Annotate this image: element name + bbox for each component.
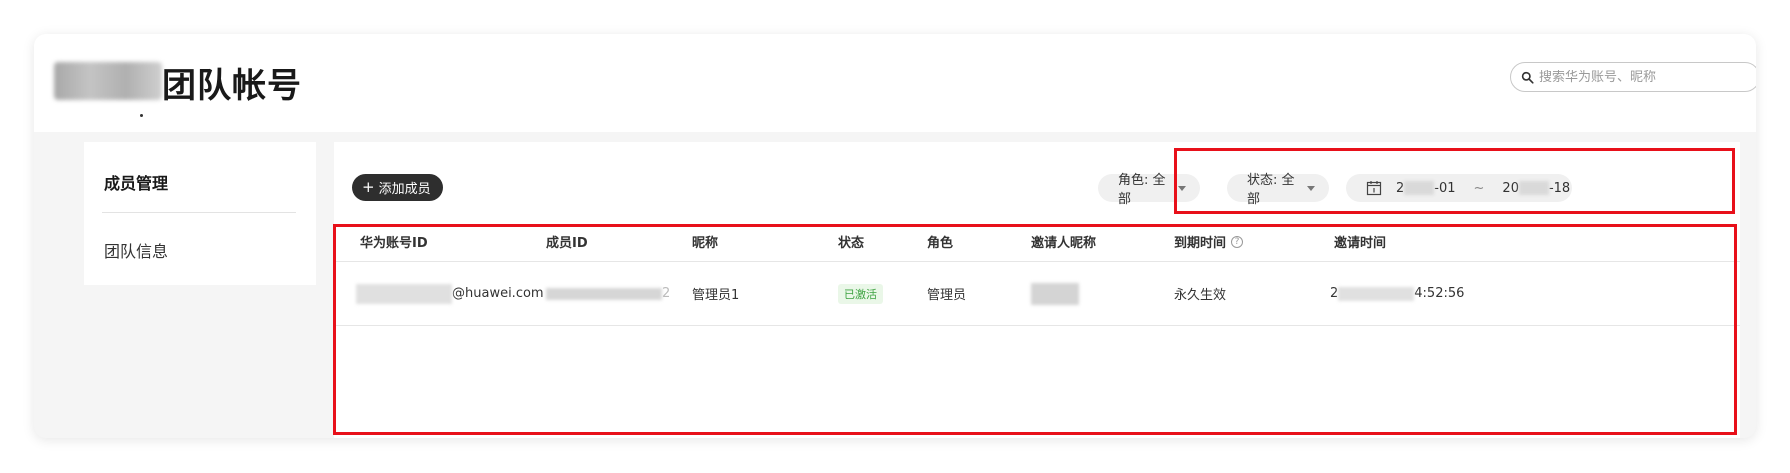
column-header-expiry: 到期时间 ? <box>1174 222 1244 261</box>
date-end-suffix: -18 <box>1548 180 1571 196</box>
column-header-inviter: 邀请人昵称 <box>1031 236 1097 251</box>
column-header-invite-time: 邀请时间 <box>1334 236 1387 251</box>
team-account-card: 团队帐号 成员管理 团队信息 + 添加成员 角色: 全部 状态: 全部 <box>34 34 1756 438</box>
column-header-role: 角色 <box>927 236 954 251</box>
invite-time-prefix: 2 <box>1330 286 1339 301</box>
cell-account-id: @huawei.com <box>356 262 544 325</box>
status-filter-dropdown[interactable]: 状态: 全部 <box>1227 173 1329 207</box>
add-member-button[interactable]: + 添加成员 <box>352 174 443 201</box>
status-badge: 已激活 <box>838 283 883 304</box>
calendar-icon <box>1366 181 1382 196</box>
date-end: 20 -18 <box>1502 181 1570 196</box>
status-filter-label: 状态: 全部 <box>1247 173 1295 207</box>
sidebar-divider <box>102 212 296 213</box>
page-header: 团队帐号 <box>34 34 1756 132</box>
redacted-block <box>1404 181 1435 195</box>
caret-down-icon <box>1307 185 1315 191</box>
plus-icon: + <box>362 178 375 196</box>
table-header: 华为账号ID 成员ID 昵称 状态 角色 邀请人昵称 到期时间 ? 邀请时间 <box>334 222 1740 262</box>
column-header-nickname: 昵称 <box>692 236 719 251</box>
search-icon <box>1521 71 1534 84</box>
search-input[interactable] <box>1539 69 1739 85</box>
search-box[interactable] <box>1510 62 1756 92</box>
cell-expiry: 永久生效 <box>1174 288 1227 303</box>
cell-status: 已激活 <box>838 262 883 325</box>
redacted-block <box>356 283 452 304</box>
member-panel: + 添加成员 角色: 全部 状态: 全部 2 -01 ~ 20 -18 华为账号… <box>334 142 1740 438</box>
sidebar-item-team-info[interactable]: 团队信息 <box>104 238 168 262</box>
date-start: 2 -01 <box>1396 181 1456 196</box>
page-title: 团队帐号 <box>162 66 302 106</box>
invite-time-suffix: 4:52:56 <box>1414 286 1465 301</box>
expiry-header-label: 到期时间 <box>1174 236 1227 251</box>
sidebar: 成员管理 团队信息 <box>84 142 316 285</box>
team-name-redacted <box>54 62 162 100</box>
redacted-block <box>546 287 662 300</box>
column-header-status: 状态 <box>838 236 865 251</box>
table-row[interactable]: @huawei.com 2 管理员1 已激活 管理员 永久生效 2 4:52:5… <box>334 262 1740 326</box>
cell-member-id: 2 <box>546 262 670 325</box>
cell-inviter <box>1031 262 1079 325</box>
help-icon[interactable]: ? <box>1231 235 1244 248</box>
redacted-block <box>1338 286 1415 301</box>
account-suffix: @huawei.com <box>452 286 544 301</box>
sidebar-item-member-management[interactable]: 成员管理 <box>104 170 168 194</box>
date-range-picker[interactable]: 2 -01 ~ 20 -18 <box>1346 174 1572 202</box>
date-start-suffix: -01 <box>1434 180 1456 196</box>
date-separator: ~ <box>1473 180 1485 196</box>
role-filter-label: 角色: 全部 <box>1118 173 1166 207</box>
cell-invite-time: 2 4:52:56 <box>1330 262 1464 325</box>
caret-down-icon <box>1178 185 1186 191</box>
column-header-member-id: 成员ID <box>546 236 588 251</box>
cell-nickname: 管理员1 <box>692 288 740 303</box>
cell-role: 管理员 <box>927 288 967 303</box>
redacted-block <box>1031 282 1079 305</box>
date-start-prefix: 2 <box>1396 180 1405 196</box>
add-member-label: 添加成员 <box>378 182 431 197</box>
role-filter-dropdown[interactable]: 角色: 全部 <box>1098 173 1200 207</box>
redacted-block <box>1518 181 1549 195</box>
member-id-suffix: 2 <box>662 286 671 301</box>
column-header-account-id: 华为账号ID <box>360 236 428 251</box>
decorative-dot <box>140 114 143 117</box>
date-end-prefix: 20 <box>1502 180 1519 196</box>
